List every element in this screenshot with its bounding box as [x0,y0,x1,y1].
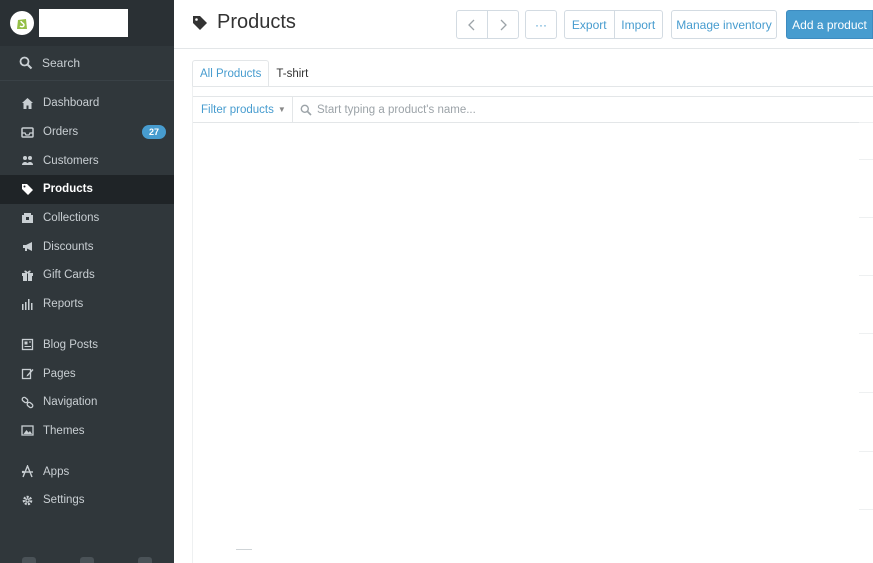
product-view-tabs: All Products T-shirt [192,60,315,87]
store-brand[interactable] [0,0,174,46]
page-title: Products [192,11,296,34]
row-divider [859,333,873,334]
chevron-left-icon [468,19,475,30]
help-icon[interactable] [138,557,152,563]
loading-indicator [236,549,252,550]
import-button[interactable]: Import [613,11,663,38]
sidebar-item-label: Pages [43,367,76,380]
sidebar-item-label: Discounts [43,240,94,253]
chevron-right-icon [500,19,508,30]
tab-all-products[interactable]: All Products [192,60,270,87]
sidebar: Search Dashboard Orders 27 Customers Pro… [0,0,174,563]
page-title-text: Products [217,11,296,33]
page-header: Products ··· Export Import Manage invent… [174,0,873,49]
next-button[interactable] [487,11,518,38]
sidebar-item-label: Apps [43,465,70,478]
orders-count-badge: 27 [142,124,166,139]
sidebar-item-settings[interactable]: Settings [0,486,174,515]
product-search-field[interactable] [293,97,873,122]
tag-icon [193,15,207,30]
export-import-group: Export Import [564,10,663,39]
sidebar-item-label: Collections [43,212,100,225]
inbox-icon [19,125,35,139]
pager-buttons [456,10,519,39]
account-icon[interactable] [22,557,36,563]
chevron-down-icon: ▼ [277,105,286,114]
blog-icon [19,338,35,352]
sidebar-search[interactable]: Search [0,46,174,81]
row-divider [859,509,873,510]
home-icon [19,96,35,110]
sidebar-item-themes[interactable]: Themes [0,417,174,446]
sidebar-item-collections[interactable]: Collections [0,204,174,233]
tag-icon [19,182,35,196]
sidebar-item-dashboard[interactable]: Dashboard [0,89,174,118]
shopify-logo-icon [10,11,34,35]
pages-icon [19,367,35,381]
row-divider [859,451,873,452]
sidebar-item-label: Orders [43,126,79,139]
row-divider [859,392,873,393]
sidebar-item-label: Blog Posts [43,338,98,351]
search-icon [300,104,312,116]
tab-t-shirt[interactable]: T-shirt [269,60,315,87]
nav-group-divider [0,319,174,331]
sidebar-item-reports[interactable]: Reports [0,290,174,319]
sidebar-item-label: Gift Cards [43,269,95,282]
add-product-button[interactable]: Add a product [786,10,873,39]
sidebar-item-label: Themes [43,424,85,437]
gift-icon [19,268,35,282]
sidebar-search-label: Search [42,56,81,70]
megaphone-icon [19,240,35,254]
nav-group-store: Dashboard Orders 27 Customers Products C… [0,81,174,319]
products-panel: Filter products ▼ [192,86,873,563]
gear-icon [19,493,35,507]
sidebar-item-pages[interactable]: Pages [0,359,174,388]
more-actions-button[interactable]: ··· [525,10,557,39]
row-divider [859,122,873,123]
sidebar-footer [0,541,174,563]
image-icon [19,424,35,438]
apps-icon [19,465,35,479]
row-divider [859,159,873,160]
collections-icon [19,211,35,225]
sidebar-item-navigation[interactable]: Navigation [0,388,174,417]
nav-group-divider [0,445,174,457]
sidebar-item-label: Navigation [43,396,98,409]
sidebar-item-label: Products [43,183,93,196]
filter-products-button[interactable]: Filter products ▼ [193,97,293,122]
row-divider [859,275,873,276]
sidebar-item-label: Customers [43,154,99,167]
sidebar-item-blog-posts[interactable]: Blog Posts [0,331,174,360]
sidebar-item-discounts[interactable]: Discounts [0,232,174,261]
sidebar-item-gift-cards[interactable]: Gift Cards [0,261,174,290]
sidebar-item-products[interactable]: Products [0,175,174,204]
previous-button[interactable] [457,11,487,38]
filter-bar: Filter products ▼ [193,96,873,123]
sidebar-item-label: Dashboard [43,97,100,110]
sidebar-item-orders[interactable]: Orders 27 [0,118,174,147]
link-icon [19,395,35,409]
row-divider [859,217,873,218]
sidebar-item-apps[interactable]: Apps [0,457,174,486]
customers-icon [19,154,35,168]
bar-chart-icon [19,297,35,311]
product-search-input[interactable] [317,103,717,116]
search-icon [19,56,33,70]
sidebar-item-customers[interactable]: Customers [0,146,174,175]
manage-inventory-button[interactable]: Manage inventory [671,10,777,39]
sidebar-item-label: Settings [43,494,85,507]
filter-products-label: Filter products [201,103,274,116]
nav-group-system: Apps Settings [0,457,174,514]
store-name-redacted [39,9,128,37]
notifications-icon[interactable] [80,557,94,563]
nav-group-online-store: Blog Posts Pages Navigation Themes [0,331,174,446]
export-button[interactable]: Export [565,11,614,38]
sidebar-item-label: Reports [43,298,84,311]
